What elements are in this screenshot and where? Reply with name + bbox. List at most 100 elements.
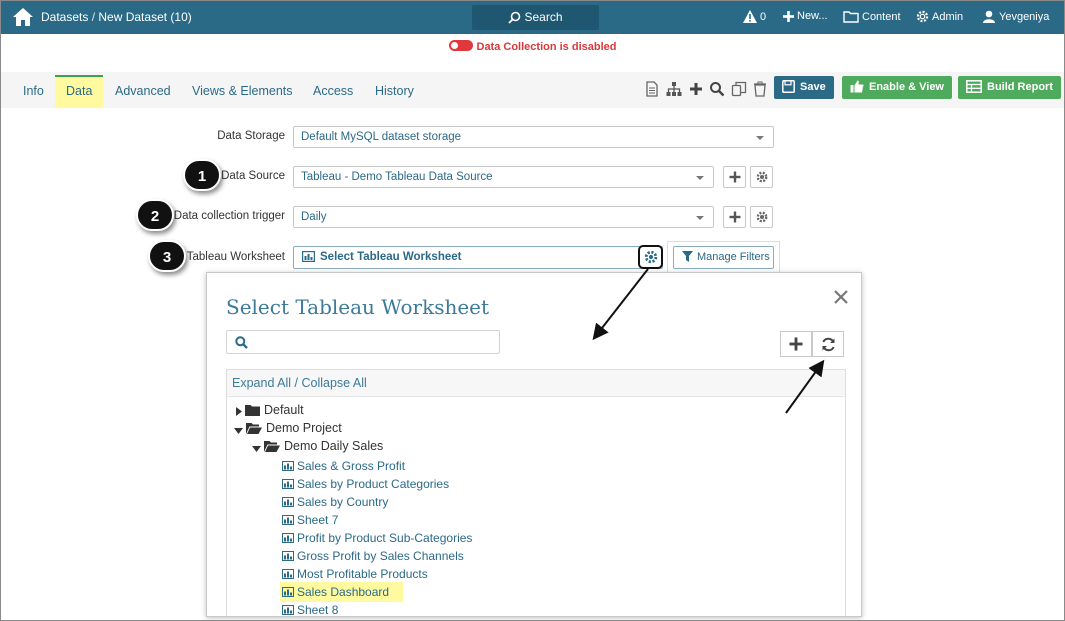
filter-icon	[682, 251, 693, 262]
breadcrumb-datasets-link[interactable]: Datasets	[41, 10, 88, 24]
refresh-icon	[821, 337, 835, 352]
tree-folder-label: Demo Project	[265, 421, 342, 435]
chevron-down-icon	[696, 216, 704, 220]
tree-folder-demo-project[interactable]: Demo Project	[234, 421, 342, 435]
worksheet-search-field[interactable]	[226, 330, 500, 354]
refresh-worksheets-button[interactable]	[812, 331, 844, 357]
global-search-button[interactable]: Search	[472, 5, 599, 30]
worksheet-item-label: Sales by Product Categories	[297, 477, 450, 491]
tab-access[interactable]: Access	[302, 75, 364, 108]
copy-icon[interactable]	[731, 81, 747, 97]
manage-filters-button[interactable]: Manage Filters	[673, 246, 774, 269]
plus-icon	[729, 211, 740, 223]
worksheet-item[interactable]: Sales Dashboard	[280, 582, 404, 602]
admin-menu-button[interactable]: Admin	[916, 10, 963, 23]
user-menu-button[interactable]: Yevgeniya	[982, 10, 1049, 23]
new-menu-button[interactable]: New...	[783, 10, 828, 22]
worksheet-item[interactable]: Sales & Gross Profit	[282, 459, 405, 473]
tree-folder-label: Default	[263, 403, 304, 417]
search-icon[interactable]	[709, 81, 725, 97]
worksheet-label: Tableau Worksheet	[186, 251, 285, 263]
data-collection-toggle[interactable]	[448, 40, 473, 51]
folder-icon	[245, 405, 261, 416]
trigger-settings-button[interactable]	[750, 206, 773, 228]
tree-folder-demo-daily-sales[interactable]: Demo Daily Sales	[252, 439, 383, 453]
worksheet-icon	[282, 497, 294, 507]
worksheet-icon	[282, 587, 294, 597]
gear-icon	[756, 171, 767, 183]
alerts-button[interactable]: 0	[743, 10, 766, 23]
tree-header: Expand All / Collapse All	[227, 370, 845, 397]
worksheet-icon	[302, 251, 316, 263]
chevron-down-icon	[696, 176, 704, 180]
content-menu-button[interactable]: Content	[843, 10, 901, 23]
tab-data[interactable]: Data	[55, 75, 104, 108]
worksheet-search-input[interactable]	[255, 333, 495, 351]
content-label: Content	[862, 11, 901, 23]
data-collection-status: Data Collection is disabled	[1, 40, 1064, 53]
collapse-all-link[interactable]: Collapse All	[302, 376, 367, 390]
tab-views-elements[interactable]: Views & Elements	[181, 75, 304, 108]
worksheet-item[interactable]: Gross Profit by Sales Channels	[282, 549, 464, 563]
plus-icon[interactable]	[688, 81, 704, 97]
data-source-select[interactable]: Tableau - Demo Tableau Data Source	[293, 166, 714, 188]
chevron-down-icon	[756, 136, 764, 140]
data-storage-select[interactable]: Default MySQL dataset storage	[293, 126, 774, 148]
sitemap-icon[interactable]	[666, 81, 682, 97]
add-data-source-button[interactable]	[723, 166, 746, 188]
worksheet-item[interactable]: Profit by Product Sub-Categories	[282, 531, 472, 545]
gear-icon	[916, 10, 929, 23]
worksheet-item[interactable]: Sheet 7	[282, 513, 338, 527]
tree-folder-default[interactable]: Default	[236, 403, 304, 417]
plus-icon	[729, 171, 740, 183]
tree-folder-label: Demo Daily Sales	[283, 439, 384, 453]
manage-filters-label: Manage Filters	[697, 251, 770, 263]
worksheet-select[interactable]: Select Tableau Worksheet	[293, 246, 663, 269]
gear-icon	[644, 250, 657, 264]
tab-advanced[interactable]: Advanced	[104, 75, 182, 108]
data-source-settings-button[interactable]	[750, 166, 773, 188]
save-button[interactable]: Save	[774, 76, 834, 99]
save-label: Save	[800, 81, 826, 93]
admin-label: Admin	[932, 11, 964, 23]
worksheet-item-label: Sales by Country	[297, 495, 389, 509]
tab-info[interactable]: Info	[12, 75, 55, 108]
build-report-button[interactable]: Build Report	[958, 76, 1061, 99]
worksheet-icon	[282, 569, 294, 579]
worksheet-icon	[282, 605, 294, 615]
enable-and-view-button[interactable]: Enable & View	[842, 76, 952, 99]
floppy-disk-icon	[782, 80, 795, 93]
breadcrumb: Datasets / New Dataset (10)	[41, 10, 192, 24]
document-icon[interactable]	[644, 81, 660, 97]
folder-open-icon	[264, 441, 281, 452]
data-storage-value: Default MySQL dataset storage	[301, 131, 462, 143]
select-worksheet-modal: Select Tableau Worksheet Expand All / Co…	[206, 272, 862, 617]
user-icon	[983, 10, 995, 23]
worksheet-item[interactable]: Sheet 8	[282, 603, 338, 616]
close-icon[interactable]	[833, 289, 849, 305]
add-trigger-button[interactable]	[723, 206, 746, 228]
thumbs-up-icon	[850, 80, 864, 93]
worksheet-item-label: Sales Dashboard	[297, 585, 390, 599]
worksheet-icon	[282, 461, 294, 471]
search-icon	[235, 336, 248, 349]
worksheet-item[interactable]: Sales by Product Categories	[282, 477, 449, 491]
worksheet-icon	[282, 479, 294, 489]
trash-icon[interactable]	[752, 81, 768, 97]
add-worksheet-button[interactable]	[780, 331, 812, 357]
worksheet-value: Select Tableau Worksheet	[320, 251, 462, 263]
tab-history[interactable]: History	[364, 75, 425, 108]
caret-down-icon	[234, 428, 243, 434]
trigger-select[interactable]: Daily	[293, 206, 714, 228]
expand-all-link[interactable]: Expand All	[232, 376, 291, 390]
gear-icon	[756, 211, 767, 223]
worksheet-item[interactable]: Sales by Country	[282, 495, 388, 509]
home-icon[interactable]	[12, 7, 34, 27]
modal-title: Select Tableau Worksheet	[226, 295, 490, 319]
top-bar: Datasets / New Dataset (10) Search 0 New…	[1, 1, 1064, 34]
worksheet-settings-button[interactable]	[638, 245, 663, 269]
breadcrumb-separator: /	[88, 10, 99, 24]
enable-view-label: Enable & View	[869, 81, 944, 93]
worksheet-item[interactable]: Most Profitable Products	[282, 567, 428, 581]
plus-icon	[783, 11, 794, 22]
